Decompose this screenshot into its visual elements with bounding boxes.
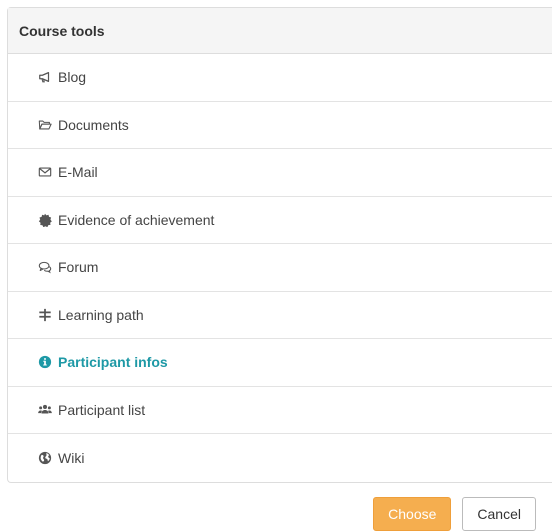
tool-item-label: Wiki — [58, 449, 85, 466]
megaphone-icon — [37, 69, 53, 85]
tool-item-label: E-Mail — [58, 164, 98, 181]
tool-item-documents[interactable]: Documents — [8, 102, 552, 149]
panel-title: Course tools — [8, 8, 552, 54]
choose-button[interactable]: Choose — [373, 497, 452, 531]
tool-item-label: Blog — [58, 69, 87, 86]
tool-item-label: Evidence of achievement — [58, 211, 215, 228]
users-icon — [37, 402, 53, 418]
info-circle-icon — [37, 354, 53, 370]
cancel-button[interactable]: Cancel — [462, 497, 536, 531]
tool-item-label: Forum — [58, 259, 99, 276]
globe-icon — [37, 450, 53, 466]
course-tools-panel: Course tools Blog Documents E-Mail Evide… — [7, 7, 552, 483]
envelope-icon — [37, 164, 53, 180]
tool-item-participant-infos[interactable]: Participant infos — [8, 339, 552, 387]
tool-item-label: Learning path — [58, 306, 144, 323]
tool-item-participant-list[interactable]: Participant list — [8, 387, 552, 434]
certificate-icon — [37, 212, 53, 228]
tool-item-forum[interactable]: Forum — [8, 244, 552, 292]
tool-item-label: Documents — [58, 116, 129, 133]
tool-list: Blog Documents E-Mail Evidence of achiev… — [8, 54, 552, 482]
dialog-buttons: Choose Cancel — [373, 497, 536, 531]
tool-item-email[interactable]: E-Mail — [8, 149, 552, 197]
comments-icon — [37, 259, 53, 275]
signpost-icon — [37, 307, 53, 323]
tool-item-learning-path[interactable]: Learning path — [8, 292, 552, 339]
tool-item-wiki[interactable]: Wiki — [8, 434, 552, 482]
tool-item-blog[interactable]: Blog — [8, 54, 552, 102]
folder-open-icon — [37, 117, 53, 133]
tool-item-label: Participant list — [58, 401, 146, 418]
tool-item-evidence-of-achievement[interactable]: Evidence of achievement — [8, 197, 552, 244]
tool-item-label: Participant infos — [58, 354, 168, 371]
